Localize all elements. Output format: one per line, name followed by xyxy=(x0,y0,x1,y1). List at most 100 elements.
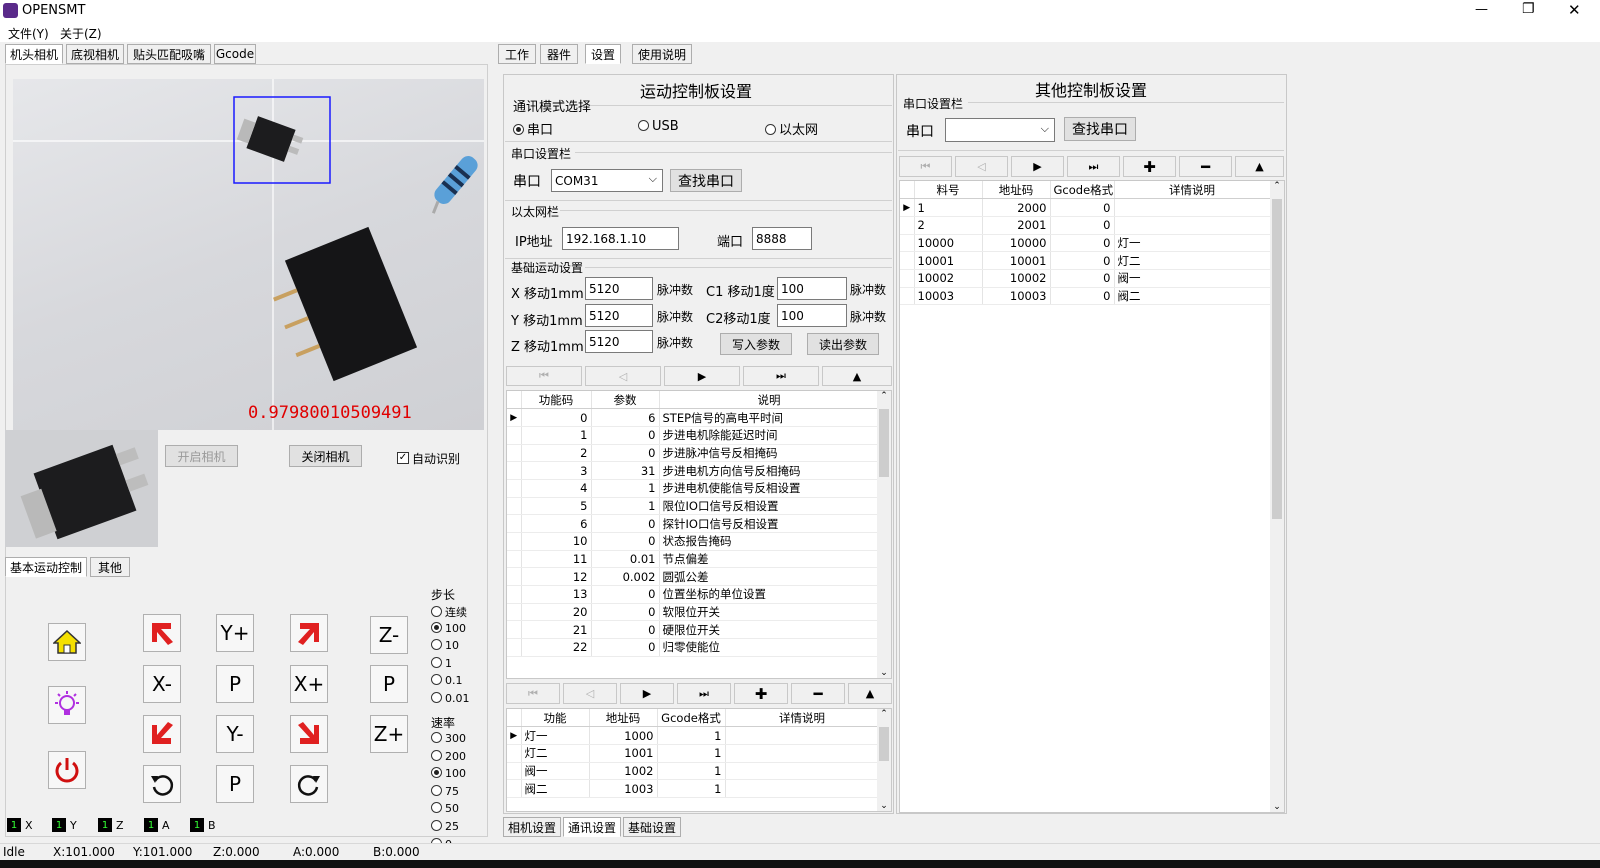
param-next-button[interactable]: ▶ xyxy=(664,366,740,386)
speed-option[interactable]: 50 xyxy=(431,802,485,820)
mat-next-button[interactable]: ▶ xyxy=(1011,156,1064,177)
speed-option[interactable]: 75 xyxy=(431,784,485,803)
y-move-input[interactable]: 5120 xyxy=(585,304,653,327)
param-row[interactable]: 6 0 探针IO口信号反相设置 xyxy=(507,514,880,533)
jog-up-left-button[interactable] xyxy=(143,614,181,652)
ip-input[interactable]: 192.168.1.10 xyxy=(562,227,679,250)
home-button[interactable] xyxy=(48,623,86,661)
comm-radio-serial[interactable]: 串口 xyxy=(513,119,553,138)
param-row[interactable]: 5 1 限位IO口信号反相设置 xyxy=(507,497,880,516)
c1-move-input[interactable]: 100 xyxy=(777,277,847,300)
tab-bottom-camera[interactable]: 底视相机 xyxy=(66,44,124,64)
jog-up-right-button[interactable] xyxy=(290,614,328,652)
tab-basic-motion[interactable]: 基本运动控制 xyxy=(5,557,87,577)
jog-x-plus-button[interactable]: X+ xyxy=(290,665,328,703)
param-row[interactable]: 21 0 硬限位开关 xyxy=(507,620,880,640)
func-scrollbar[interactable]: ⌃ ⌄ xyxy=(877,709,891,811)
c2-move-input[interactable]: 100 xyxy=(777,304,847,327)
restore-button[interactable]: ❐ xyxy=(1522,1,1535,17)
serial-port-select[interactable]: COM31 ⌵ xyxy=(551,169,663,192)
jog-p-z-button[interactable]: P xyxy=(370,665,408,703)
tab-settings[interactable]: 设置 xyxy=(585,44,621,64)
rotate-ccw-button[interactable] xyxy=(143,765,181,803)
tab-gcode[interactable]: Gcode xyxy=(214,44,256,64)
param-last-button[interactable]: ⏭ xyxy=(743,366,819,386)
param-row[interactable]: 10 0 状态报告掩码 xyxy=(507,532,880,551)
func-add-button[interactable]: ✚ xyxy=(734,683,788,704)
close-camera-button[interactable]: 关闭相机 xyxy=(289,445,362,467)
jog-y-minus-button[interactable]: Y- xyxy=(216,715,254,753)
tab-head-camera[interactable]: 机头相机 xyxy=(5,44,63,64)
speed-option[interactable]: 300 xyxy=(431,732,485,750)
speed-option[interactable]: 100 xyxy=(431,767,485,785)
tab-basic-settings[interactable]: 基础设置 xyxy=(623,817,681,837)
param-row[interactable]: 4 1 步进电机使能信号反相设置 xyxy=(507,479,880,498)
jog-down-right-button[interactable] xyxy=(290,715,328,753)
close-button[interactable]: ✕ xyxy=(1568,1,1581,19)
material-row[interactable]: 2 2001 0 xyxy=(900,216,1271,235)
auto-detect-checkbox[interactable]: ✓ xyxy=(397,452,409,464)
tab-work[interactable]: 工作 xyxy=(498,44,536,64)
comm-radio-ethernet[interactable]: 以太网 xyxy=(765,119,818,138)
step-option[interactable]: 连续 xyxy=(431,604,485,622)
param-row[interactable]: 3 31 步进电机方向信号反相掩码 xyxy=(507,461,880,480)
write-params-button[interactable]: 写入参数 xyxy=(720,333,792,355)
step-option[interactable]: 100 xyxy=(431,621,485,640)
tab-other[interactable]: 其他 xyxy=(90,557,130,577)
param-row[interactable]: 20 0 软限位开关 xyxy=(507,603,880,622)
func-row[interactable]: 灯二 1001 1 xyxy=(507,744,880,763)
param-row[interactable]: 12 0.002 圆弧公差 xyxy=(507,567,880,587)
param-scrollbar[interactable]: ⌃ ⌄ xyxy=(877,391,891,678)
func-row[interactable]: 阀一 1002 1 xyxy=(507,762,880,781)
material-scrollbar[interactable]: ⌃ ⌄ xyxy=(1270,181,1284,812)
func-remove-button[interactable]: ━ xyxy=(791,683,845,704)
find-port-button[interactable]: 查找串口 xyxy=(670,169,742,192)
mat-add-button[interactable]: ✚ xyxy=(1123,156,1176,177)
tab-nozzle-match[interactable]: 贴头匹配吸嘴 xyxy=(127,44,211,64)
func-last-button[interactable]: ⏭ xyxy=(677,683,731,704)
minimize-button[interactable]: — xyxy=(1475,2,1488,17)
jog-x-minus-button[interactable]: X- xyxy=(143,665,181,703)
tab-camera-settings[interactable]: 相机设置 xyxy=(503,817,561,837)
comm-radio-usb[interactable]: USB xyxy=(638,119,679,134)
z-move-input[interactable]: 5120 xyxy=(585,330,653,353)
func-up-button[interactable]: ▲ xyxy=(848,683,892,704)
param-up-button[interactable]: ▲ xyxy=(822,366,892,386)
menu-file[interactable]: 文件(Y) xyxy=(8,25,49,42)
jog-down-left-button[interactable] xyxy=(143,715,181,753)
open-camera-button[interactable]: 开启相机 xyxy=(165,445,238,467)
step-option[interactable]: 1 xyxy=(431,656,485,675)
param-first-button[interactable]: ⏮ xyxy=(506,366,582,386)
param-row[interactable]: 2 0 步进脉冲信号反相掩码 xyxy=(507,444,880,463)
jog-z-minus-button[interactable]: Z- xyxy=(370,616,408,654)
port-input[interactable]: 8888 xyxy=(752,227,812,250)
step-option[interactable]: 10 xyxy=(431,639,485,657)
material-row[interactable]: 10002 10002 0 阀一 xyxy=(900,269,1271,288)
mat-up-button[interactable]: ▲ xyxy=(1235,156,1284,177)
speed-option[interactable]: 200 xyxy=(431,749,485,768)
material-row[interactable]: 10003 10003 0 阀二 xyxy=(900,287,1271,306)
light-button[interactable] xyxy=(48,686,86,724)
func-row[interactable]: ▶ 灯一 1000 1 xyxy=(507,726,880,745)
rotate-cw-button[interactable] xyxy=(290,765,328,803)
func-first-button[interactable]: ⏮ xyxy=(506,683,560,704)
material-row[interactable]: ▶ 1 2000 0 xyxy=(900,198,1271,217)
jog-y-plus-button[interactable]: Y+ xyxy=(216,614,254,652)
power-button[interactable] xyxy=(48,751,86,789)
speed-option[interactable]: 25 xyxy=(431,819,485,838)
other-serial-select[interactable]: ⌵ xyxy=(945,118,1055,142)
menu-about[interactable]: 关于(Z) xyxy=(60,25,102,42)
step-option[interactable]: 0.1 xyxy=(431,674,485,692)
other-find-port-button[interactable]: 查找串口 xyxy=(1064,117,1136,141)
jog-p-center-button[interactable]: P xyxy=(216,665,254,703)
tab-parts[interactable]: 器件 xyxy=(540,44,578,64)
jog-z-plus-button[interactable]: Z+ xyxy=(370,715,408,753)
step-option[interactable]: 0.01 xyxy=(431,691,485,710)
func-prev-button[interactable]: ◁ xyxy=(563,683,617,704)
param-prev-button[interactable]: ◁ xyxy=(585,366,661,386)
tab-manual[interactable]: 使用说明 xyxy=(632,44,692,64)
param-row[interactable]: 11 0.01 节点偏差 xyxy=(507,550,880,569)
jog-p-bottom-button[interactable]: P xyxy=(216,765,254,803)
mat-remove-button[interactable]: ━ xyxy=(1179,156,1232,177)
material-row[interactable]: 10000 10000 0 灯一 xyxy=(900,234,1271,253)
